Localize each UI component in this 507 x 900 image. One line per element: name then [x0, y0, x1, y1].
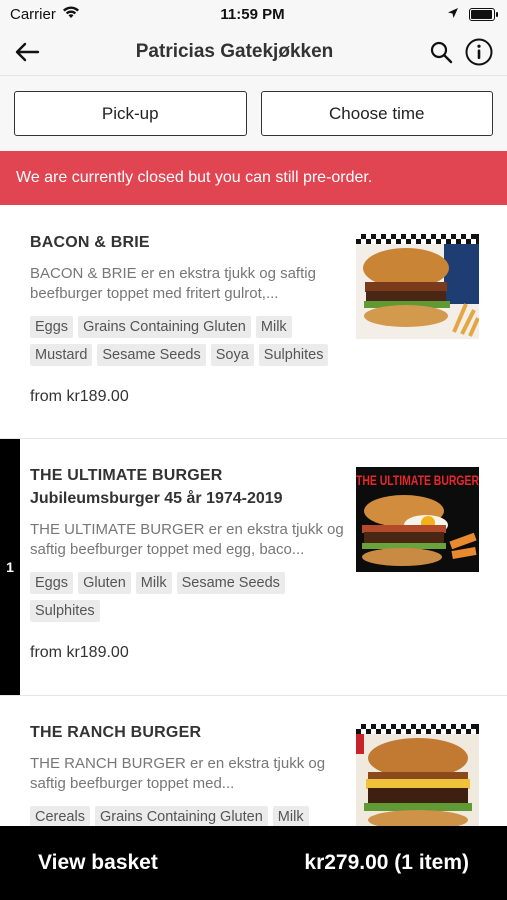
closed-banner-text: We are currently closed but you can stil… — [16, 169, 373, 186]
pickup-button[interactable]: Pick-up — [14, 91, 247, 136]
allergen-tag: Soya — [210, 344, 254, 366]
item-description: THE ULTIMATE BURGER er en ekstra tjukk o… — [30, 521, 344, 558]
search-button[interactable] — [429, 40, 453, 64]
menu-item-bacon-brie[interactable]: BACON & BRIE BACON & BRIE er en ekstra t… — [0, 206, 507, 439]
allergen-tag: Milk — [135, 572, 172, 594]
view-basket-button[interactable]: View basket kr279.00 (1 item) — [0, 826, 507, 900]
clock: 11:59 PM — [220, 5, 285, 23]
back-arrow-icon — [15, 42, 40, 61]
allergen-tag: Sulphites — [258, 344, 329, 366]
carrier-label: Carrier — [10, 5, 56, 23]
item-price: from kr189.00 — [30, 644, 129, 661]
allergen-tag: Sulphites — [30, 600, 100, 622]
allergen-tag: Milk — [255, 316, 292, 338]
basket-quantity-badge: 1 — [0, 439, 20, 695]
item-image-ultimate-burger: THE ULTIMATE BURGER — [356, 467, 479, 572]
nav-actions — [429, 38, 493, 66]
allergen-tag: Cereals — [30, 806, 90, 826]
menu-list[interactable]: BACON & BRIE BACON & BRIE er en ekstra t… — [0, 206, 507, 826]
item-description: THE RANCH BURGER er en ekstra tjukk og s… — [30, 755, 326, 792]
allergen-list: Eggs Gluten Milk Sesame Seeds Sulphites — [30, 572, 344, 622]
page-title: Patricias Gatekjøkken — [135, 40, 334, 62]
menu-item-text: THE RANCH BURGER THE RANCH BURGER er en … — [30, 724, 356, 826]
item-name: THE RANCH BURGER — [30, 724, 202, 741]
allergen-tag: Eggs — [30, 316, 74, 338]
closed-banner: We are currently closed but you can stil… — [0, 151, 507, 205]
item-price: from kr189.00 — [30, 388, 129, 405]
item-image-ranch-burger — [356, 724, 479, 826]
allergen-tag: Mustard — [30, 344, 93, 366]
item-description: BACON & BRIE er en ekstra tjukk og safti… — [30, 265, 316, 302]
status-left: Carrier — [10, 6, 150, 23]
menu-item-ultimate-burger[interactable]: 1 THE ULTIMATE BURGER Jubileumsburger 45… — [0, 439, 507, 696]
allergen-tag: Grains Containing Gluten — [78, 316, 251, 338]
view-basket-label: View basket — [38, 851, 158, 874]
status-right — [355, 6, 498, 23]
menu-item-ranch-burger[interactable]: THE RANCH BURGER THE RANCH BURGER er en … — [0, 696, 507, 826]
item-image-bacon-brie — [356, 234, 479, 339]
allergen-tag: Eggs — [30, 572, 74, 594]
allergen-list: Cereals Grains Containing Gluten Milk — [30, 806, 344, 826]
back-button[interactable] — [14, 42, 40, 62]
allergen-tag: Gluten — [78, 572, 131, 594]
allergen-list: Eggs Grains Containing Gluten Milk Musta… — [30, 316, 344, 366]
allergen-tag: Grains Containing Gluten — [94, 806, 268, 826]
battery-icon — [469, 7, 498, 21]
order-options: Pick-up Choose time — [0, 76, 507, 151]
item-name: BACON & BRIE — [30, 234, 150, 251]
item-subtitle: Jubileumsburger 45 år 1974-2019 — [30, 490, 283, 507]
menu-item-text: THE ULTIMATE BURGER Jubileumsburger 45 å… — [30, 467, 356, 695]
wifi-icon — [62, 6, 80, 23]
allergen-tag: Sesame Seeds — [97, 344, 206, 366]
item-name: THE ULTIMATE BURGER — [30, 467, 223, 484]
info-button[interactable] — [465, 38, 493, 66]
location-arrow-icon — [447, 6, 459, 23]
image-banner-text: THE ULTIMATE BURGER — [356, 472, 479, 488]
battery-level — [471, 9, 492, 19]
basket-summary: kr279.00 (1 item) — [304, 851, 469, 874]
menu-item-text: BACON & BRIE BACON & BRIE er en ekstra t… — [30, 234, 356, 438]
search-icon — [430, 41, 453, 63]
choose-time-button[interactable]: Choose time — [260, 91, 493, 136]
nav-bar: Patricias Gatekjøkken — [0, 28, 507, 76]
allergen-tag: Sesame Seeds — [176, 572, 285, 594]
status-bar: Carrier 11:59 PM — [0, 0, 507, 28]
info-icon — [465, 38, 493, 65]
allergen-tag: Milk — [272, 806, 309, 826]
